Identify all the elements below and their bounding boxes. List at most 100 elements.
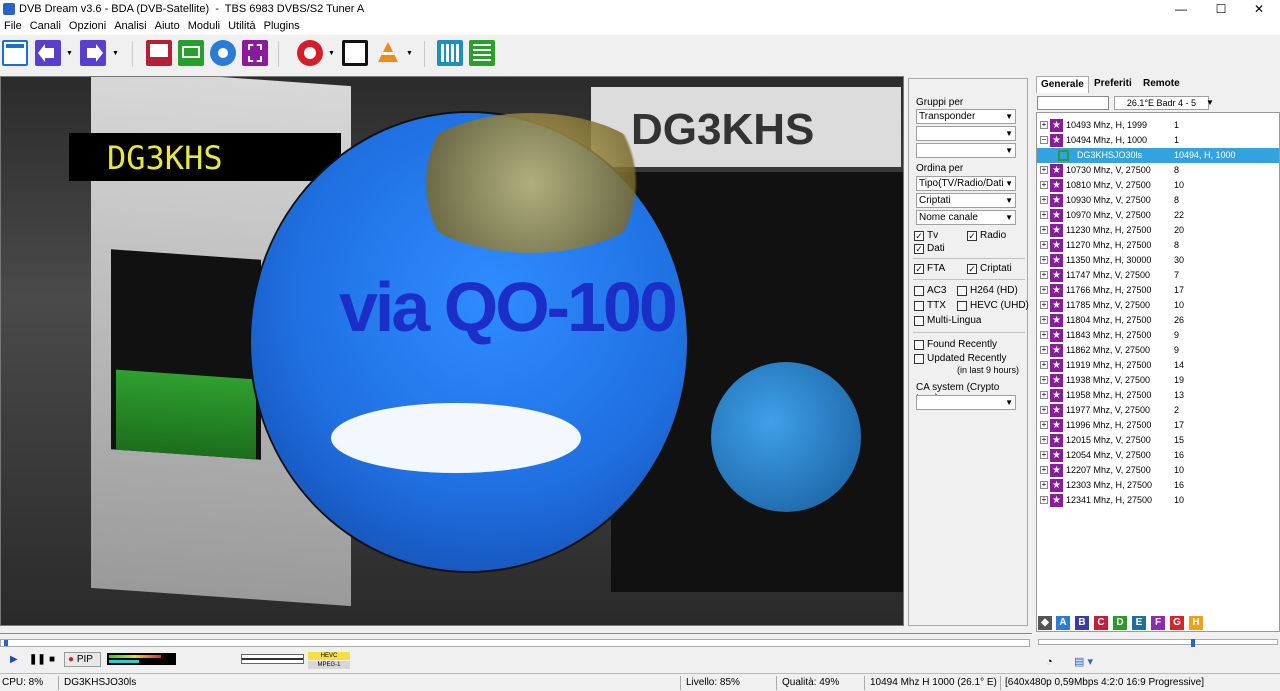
ca-select[interactable]: ▼	[916, 395, 1016, 410]
transponder-row[interactable]: + ★ 12054 Mhz, V, 27500 16	[1037, 448, 1279, 463]
favorite-group-b-button[interactable]: B	[1075, 616, 1089, 630]
transponder-row[interactable]: + ★ 11230 Mhz, H, 27500 20	[1037, 223, 1279, 238]
menu-aiuto[interactable]: Aiuto	[151, 19, 184, 32]
expand-toggle[interactable]: +	[1040, 346, 1048, 354]
hevc-checkbox[interactable]	[957, 301, 967, 311]
window-icon[interactable]	[2, 40, 28, 66]
pip-button[interactable]: ● PIP	[64, 652, 101, 667]
transponder-row[interactable]: + ★ 11958 Mhz, H, 27500 13	[1037, 388, 1279, 403]
menu-utilita[interactable]: Utilità	[224, 19, 260, 32]
expand-toggle[interactable]: +	[1040, 181, 1048, 189]
transponder-row[interactable]: + ★ 10493 Mhz, H, 1999 1	[1037, 118, 1279, 133]
record-icon[interactable]	[297, 40, 323, 66]
clock-icon[interactable]: ◔	[1046, 656, 1053, 668]
expand-toggle[interactable]: +	[1040, 406, 1048, 414]
vlc-icon[interactable]	[375, 40, 401, 66]
gruppi-select-2[interactable]: ▼	[916, 126, 1016, 141]
satellite-select[interactable]: 26.1°E Badr 4 - 5	[1114, 96, 1209, 110]
transponder-row[interactable]: + ★ 11747 Mhz, V, 27500 7	[1037, 268, 1279, 283]
expand-toggle[interactable]: +	[1040, 271, 1048, 279]
expand-toggle[interactable]: +	[1040, 496, 1048, 504]
expand-toggle[interactable]: +	[1040, 286, 1048, 294]
found-recently-checkbox[interactable]	[914, 340, 924, 350]
favorite-group-f-button[interactable]: F	[1151, 616, 1165, 630]
transponder-row[interactable]: + ★ 11862 Mhz, V, 27500 9	[1037, 343, 1279, 358]
video-area[interactable]: DG3KHS DG3KHS via QO-100	[0, 76, 904, 626]
transponder-row[interactable]: + ★ 12015 Mhz, V, 27500 15	[1037, 433, 1279, 448]
ordina-select-2[interactable]: Criptati ▼	[916, 193, 1016, 208]
tv-icon[interactable]	[146, 40, 172, 66]
transponder-row[interactable]: + ★ 12207 Mhz, V, 27500 10	[1037, 463, 1279, 478]
expand-toggle[interactable]: +	[1040, 436, 1048, 444]
expand-toggle[interactable]: +	[1040, 466, 1048, 474]
stop-icon[interactable]: ■	[49, 654, 55, 665]
back-icon[interactable]	[35, 40, 61, 66]
record-dropdown-icon[interactable]: ▼	[328, 50, 335, 57]
channel-search-input[interactable]	[1037, 96, 1109, 110]
transponder-row[interactable]: + ★ 12303 Mhz, H, 27500 16	[1037, 478, 1279, 493]
expand-toggle[interactable]: +	[1040, 301, 1048, 309]
transponder-row[interactable]: + ★ 10970 Mhz, V, 27500 22	[1037, 208, 1279, 223]
transponder-row[interactable]: + ★ 11938 Mhz, V, 27500 19	[1037, 373, 1279, 388]
expand-toggle[interactable]: +	[1040, 391, 1048, 399]
volume-slider[interactable]	[1038, 639, 1278, 647]
transponder-row[interactable]: + ★ 11996 Mhz, H, 27500 17	[1037, 418, 1279, 433]
favorite-group-g-button[interactable]: G	[1170, 616, 1184, 630]
transponder-row[interactable]: + ★ 11919 Mhz, H, 27500 14	[1037, 358, 1279, 373]
expand-toggle[interactable]: +	[1040, 421, 1048, 429]
transponder-row[interactable]: + ★ 10810 Mhz, V, 27500 10	[1037, 178, 1279, 193]
transponder-row[interactable]: + ★ 12341 Mhz, H, 27500 10	[1037, 493, 1279, 508]
tab-remote[interactable]: Remote	[1139, 76, 1184, 93]
menu-plugins[interactable]: Plugins	[260, 19, 304, 32]
expand-toggle[interactable]: +	[1040, 211, 1048, 219]
forward-dropdown-icon[interactable]: ▼	[112, 50, 119, 57]
multilingua-checkbox[interactable]	[914, 316, 924, 326]
favorite-group-e-button[interactable]: E	[1132, 616, 1146, 630]
criptati-checkbox[interactable]: ✓	[967, 264, 977, 274]
tv-checkbox[interactable]: ✓	[914, 231, 924, 241]
expand-toggle[interactable]: +	[1040, 196, 1048, 204]
gear-icon[interactable]	[210, 40, 236, 66]
ordina-select-1[interactable]: Tipo(TV/Radio/Dati ▼	[916, 176, 1016, 191]
expand-toggle[interactable]: +	[1040, 226, 1048, 234]
channel-row[interactable]: DG3KHSJO30ls 10494, H, 1000	[1037, 148, 1279, 163]
expand-toggle[interactable]: +	[1040, 376, 1048, 384]
ordina-select-3[interactable]: Nome canale ▼	[916, 210, 1016, 225]
tab-preferiti[interactable]: Preferiti	[1090, 76, 1136, 93]
tv-green-icon[interactable]	[178, 40, 204, 66]
favorite-group-d-button[interactable]: D	[1113, 616, 1127, 630]
epg-grid-icon[interactable]	[437, 40, 463, 66]
close-button[interactable]: ✕	[1236, 0, 1280, 19]
transponder-list[interactable]: + ★ 10493 Mhz, H, 1999 1− ★ 10494 Mhz, H, 100…	[1036, 112, 1280, 632]
transponder-row[interactable]: + ★ 11785 Mhz, V, 27500 10	[1037, 298, 1279, 313]
vlc-dropdown-icon[interactable]: ▼	[406, 50, 413, 57]
play-icon[interactable]: ▶	[10, 654, 18, 665]
favorite-group-a-button[interactable]: A	[1056, 616, 1070, 630]
chevron-down-icon[interactable]: ▼	[1206, 98, 1214, 107]
seek-bar[interactable]	[0, 639, 1030, 647]
menu-file[interactable]: File	[0, 19, 26, 32]
transponder-row[interactable]: + ★ 11270 Mhz, H, 27500 8	[1037, 238, 1279, 253]
tab-generale[interactable]: Generale	[1036, 76, 1089, 93]
ttx-checkbox[interactable]	[914, 301, 924, 311]
channel-list-icon[interactable]	[469, 40, 495, 66]
menu-analisi[interactable]: Analisi	[110, 19, 150, 32]
back-dropdown-icon[interactable]: ▼	[66, 50, 73, 57]
forward-icon[interactable]	[80, 40, 106, 66]
updated-recently-checkbox[interactable]	[914, 354, 924, 364]
ac3-checkbox[interactable]	[914, 286, 924, 296]
menu-opzioni[interactable]: Opzioni	[65, 19, 110, 32]
display-mode-icon[interactable]: ▤ ▾	[1074, 655, 1093, 668]
transponder-row[interactable]: + ★ 11766 Mhz, H, 27500 17	[1037, 283, 1279, 298]
transponder-row[interactable]: + ★ 10730 Mhz, V, 27500 8	[1037, 163, 1279, 178]
expand-toggle[interactable]: +	[1040, 241, 1048, 249]
stop-record-icon[interactable]	[342, 40, 368, 66]
expand-toggle[interactable]: +	[1040, 316, 1048, 324]
expand-toggle[interactable]: +	[1040, 166, 1048, 174]
gruppi-select-3[interactable]: ▼	[916, 143, 1016, 158]
transponder-row[interactable]: + ★ 11804 Mhz, H, 27500 26	[1037, 313, 1279, 328]
expand-toggle[interactable]: +	[1040, 331, 1048, 339]
transponder-row[interactable]: + ★ 11977 Mhz, V, 27500 2	[1037, 403, 1279, 418]
menu-canali[interactable]: Canali	[26, 19, 65, 32]
film-icon[interactable]	[242, 40, 268, 66]
